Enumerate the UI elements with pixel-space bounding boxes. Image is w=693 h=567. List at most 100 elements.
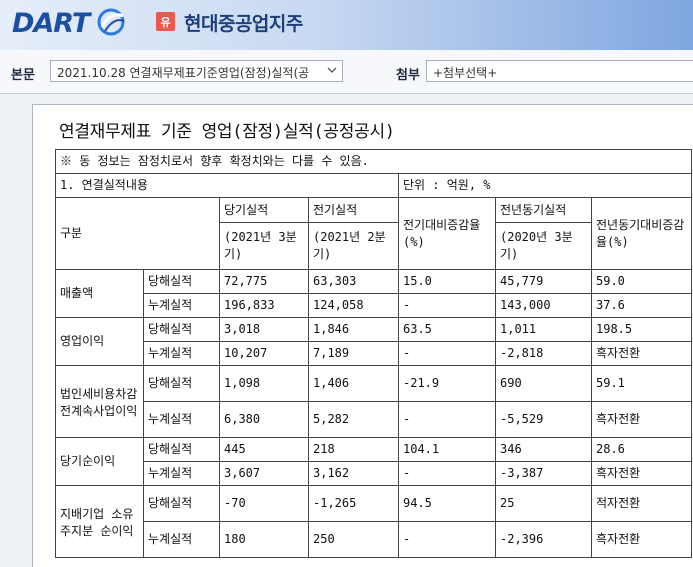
cell-yoy: 흑자전환 (591, 401, 692, 438)
table-row: 지배기업 소유주지분 순이익 당해실적 -70 -1,265 94.5 25 적… (55, 485, 692, 558)
header-yoy-prev-period: (2020년 3분기) (495, 222, 592, 270)
cell-yoy-prev: -2,396 (495, 521, 592, 558)
cell-yoy-prev: 25 (495, 485, 592, 522)
attachment-select[interactable]: +첨부선택+ (426, 60, 693, 82)
cell-qoq: -21.9 (398, 365, 496, 402)
table-row: 누계실적 6,380 5,282 - -5,529 흑자전환 (56, 401, 692, 438)
row-item-name: 당기순이익 (55, 437, 144, 486)
cell-yoy-prev: 1,011 (495, 317, 592, 342)
header-yoy-prev: 전년동기실적 (495, 197, 592, 223)
cell-qoq: 15.0 (398, 269, 496, 294)
cell-current: -70 (219, 485, 309, 522)
row-item-name: 매출액 (55, 269, 144, 318)
cell-previous: 1,846 (308, 317, 399, 342)
cell-current: 10,207 (219, 341, 309, 366)
table-row: 누계실적 196,833 124,058 - 143,000 37.6 (56, 293, 692, 318)
row-item-name: 영업이익 (55, 317, 144, 366)
cell-yoy: 적자전환 (591, 485, 692, 522)
cell-previous: 124,058 (308, 293, 399, 318)
cell-yoy-prev: -5,529 (495, 401, 592, 438)
row-type: 당해실적 (143, 437, 220, 462)
cell-yoy-prev: -3,387 (495, 461, 592, 486)
header-previous: 전기실적 (308, 197, 399, 223)
row-type: 누계실적 (143, 293, 220, 318)
document-frame: 연결재무제표 기준 영업(잠정)실적(공정공시) ※ 동 정보는 잠정치로서 향… (32, 104, 693, 567)
cell-current: 6,380 (219, 401, 309, 438)
logo-text: DART (12, 7, 90, 39)
section-title: 1. 연결실적내용 (55, 173, 399, 198)
cell-previous: 7,189 (308, 341, 399, 366)
cell-qoq: 63.5 (398, 317, 496, 342)
attachment-select-value: +첨부선택+ (433, 66, 498, 80)
header-previous-period: (2021년 2분기) (308, 222, 399, 270)
doc-select-label: 본문 (11, 68, 35, 83)
cell-previous: -1,265 (308, 485, 399, 522)
cell-qoq: - (398, 461, 496, 486)
header-current-period: (2021년 3분기) (219, 222, 309, 270)
header-yoy: 전년동기대비증감율(%) (591, 197, 692, 270)
cell-yoy: 28.6 (591, 437, 692, 462)
cell-yoy-prev: 346 (495, 437, 592, 462)
cell-current: 180 (219, 521, 309, 558)
header-qoq: 전기대비증감율(%) (398, 197, 496, 270)
row-item-name: 법인세비용차감전계속사업이익 (55, 365, 144, 438)
row-type: 당해실적 (143, 485, 220, 522)
header-current: 당기실적 (219, 197, 309, 223)
unit-label: 단위 : 억원, % (398, 173, 692, 198)
cell-yoy-prev: 690 (495, 365, 592, 402)
cell-yoy: 59.1 (591, 365, 692, 402)
app-header: DART 유 현대중공업지주 (0, 0, 693, 50)
cell-previous: 218 (308, 437, 399, 462)
cell-qoq: - (398, 341, 496, 366)
cell-yoy-prev: 143,000 (495, 293, 592, 318)
row-type: 누계실적 (143, 401, 220, 438)
cell-yoy: 198.5 (591, 317, 692, 342)
cell-yoy: 흑자전환 (591, 521, 692, 558)
cell-qoq: - (398, 293, 496, 318)
cell-previous: 63,303 (308, 269, 399, 294)
table-row: 누계실적 3,607 3,162 - -3,387 흑자전환 (56, 461, 692, 486)
table-row: 영업이익 당해실적 3,018 1,846 63.5 1,011 198.5 (55, 317, 692, 366)
dart-logo[interactable]: DART (12, 7, 125, 39)
document-select[interactable]: 2021.10.28 연결재무제표기준영업(잠정)실적(공 (50, 60, 343, 82)
cell-yoy-prev: -2,818 (495, 341, 592, 366)
cell-qoq: 104.1 (398, 437, 496, 462)
row-type: 당해실적 (143, 317, 220, 342)
row-type: 누계실적 (143, 461, 220, 486)
cell-yoy: 37.6 (591, 293, 692, 318)
cell-qoq: - (398, 401, 496, 438)
cell-current: 72,775 (219, 269, 309, 294)
disclaimer-note: ※ 동 정보는 잠정치로서 향후 확정치와는 다를 수 있음. (55, 149, 692, 174)
cell-previous: 5,282 (308, 401, 399, 438)
cell-current: 445 (219, 437, 309, 462)
row-type: 누계실적 (143, 341, 220, 366)
table-row: 당기순이익 당해실적 445 218 104.1 346 28.6 (55, 437, 692, 486)
header-category: 구분 (55, 197, 220, 270)
table-row: 누계실적 10,207 7,189 - -2,818 흑자전환 (56, 341, 692, 366)
attach-select-label: 첨부 (396, 68, 420, 83)
cell-yoy: 흑자전환 (591, 341, 692, 366)
results-table: ※ 동 정보는 잠정치로서 향후 확정치와는 다를 수 있음. 1. 연결실적내… (55, 149, 692, 558)
cell-qoq: - (398, 521, 496, 558)
cell-qoq: 94.5 (398, 485, 496, 522)
row-type: 누계실적 (143, 521, 220, 558)
table-row: 매출액 당해실적 72,775 63,303 15.0 45,779 59.0 (55, 269, 692, 318)
row-type: 당해실적 (143, 365, 220, 402)
cell-yoy-prev: 45,779 (495, 269, 592, 294)
table-row: 누계실적 180 250 - -2,396 흑자전환 (56, 521, 692, 558)
company-type-badge: 유 (156, 12, 175, 31)
cell-current: 196,833 (219, 293, 309, 318)
cell-previous: 3,162 (308, 461, 399, 486)
cell-previous: 250 (308, 521, 399, 558)
company-name: 현대중공업지주 (184, 13, 303, 35)
cell-current: 1,098 (219, 365, 309, 402)
cell-yoy: 59.0 (591, 269, 692, 294)
table-row: 법인세비용차감전계속사업이익 당해실적 1,098 1,406 -21.9 69… (55, 365, 692, 438)
cell-current: 3,607 (219, 461, 309, 486)
cell-previous: 1,406 (308, 365, 399, 402)
document-title: 연결재무제표 기준 영업(잠정)실적(공정공시) (59, 122, 395, 142)
cell-yoy: 흑자전환 (591, 461, 692, 486)
toolbar: 본문 2021.10.28 연결재무제표기준영업(잠정)실적(공 첨부 +첨부선… (0, 50, 693, 94)
document-select-value: 2021.10.28 연결재무제표기준영업(잠정)실적(공 (57, 66, 310, 80)
logo-swoosh-icon (97, 8, 125, 36)
